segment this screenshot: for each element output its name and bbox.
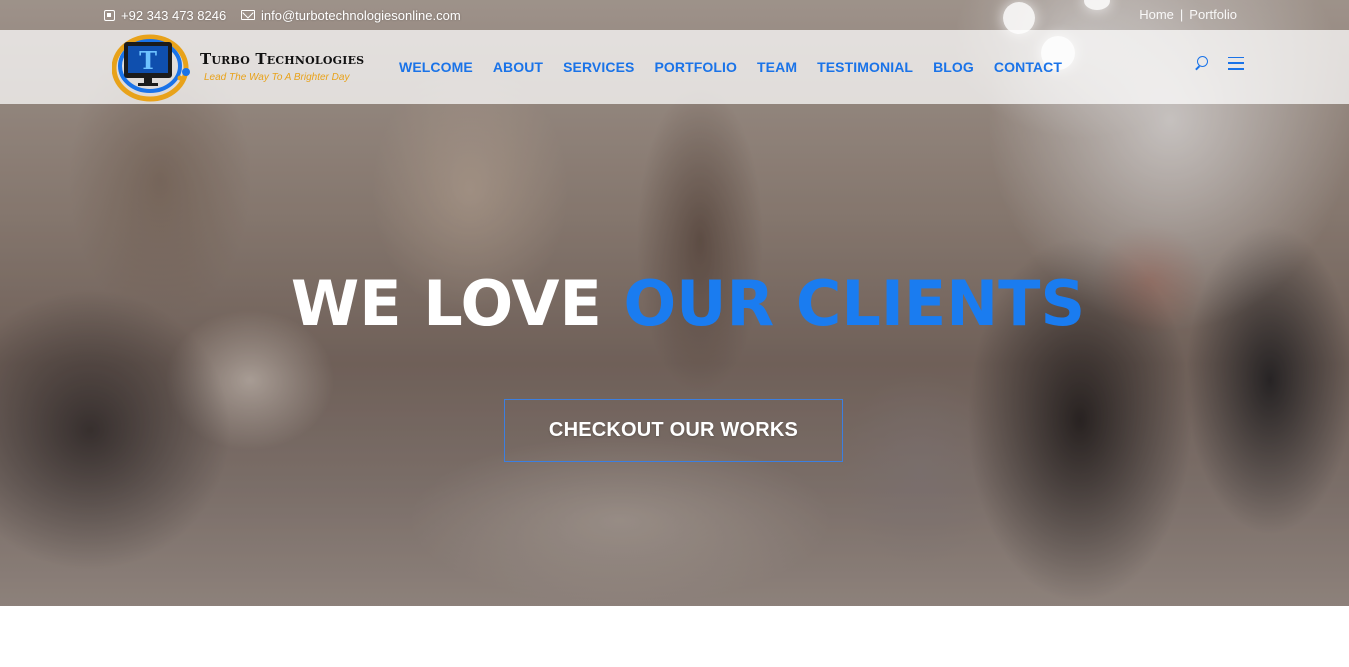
nav-tools bbox=[1194, 55, 1244, 71]
logo-emblem-icon: T bbox=[111, 34, 190, 102]
breadcrumb-home[interactable]: Home bbox=[1139, 7, 1174, 22]
nav-item-testimonial[interactable]: TESTIMONIAL bbox=[807, 59, 923, 75]
phone-number[interactable]: +92 343 473 8246 bbox=[121, 8, 226, 23]
brand-name: Turbo Technologies bbox=[200, 50, 365, 68]
nav-item-blog[interactable]: BLOG bbox=[923, 59, 984, 75]
breadcrumb: Home | Portfolio bbox=[1139, 7, 1237, 22]
site-logo[interactable]: T Turbo Technologies Lead The Way To A B… bbox=[111, 32, 364, 102]
checkout-works-button[interactable]: CHECKOUT OUR WORKS bbox=[504, 399, 843, 462]
nav-item-about[interactable]: ABOUT bbox=[483, 59, 553, 75]
menu-icon[interactable] bbox=[1228, 56, 1244, 70]
nav-item-portfolio[interactable]: PORTFOLIO bbox=[644, 59, 747, 75]
nav-item-services[interactable]: SERVICES bbox=[553, 59, 644, 75]
topbar: +92 343 473 8246 info@turbotechnologieso… bbox=[0, 0, 1349, 30]
hero-headline: WE LOVE OUR CLIENTS bbox=[0, 266, 1349, 342]
email-address[interactable]: info@turbotechnologiesonline.com bbox=[261, 8, 461, 23]
navbar: T Turbo Technologies Lead The Way To A B… bbox=[0, 30, 1349, 104]
search-icon[interactable] bbox=[1194, 55, 1210, 71]
nav-item-welcome[interactable]: WELCOME bbox=[389, 59, 483, 75]
headline-white-text: WE LOVE bbox=[290, 267, 602, 340]
brand-tagline: Lead The Way To A Brighter Day bbox=[204, 72, 350, 83]
mail-icon bbox=[241, 10, 255, 20]
nav-item-team[interactable]: TEAM bbox=[747, 59, 807, 75]
main-nav: WELCOME ABOUT SERVICES PORTFOLIO TEAM TE… bbox=[389, 30, 1072, 104]
phone-icon bbox=[104, 9, 115, 21]
breadcrumb-current: Portfolio bbox=[1189, 7, 1237, 22]
breadcrumb-separator: | bbox=[1179, 7, 1184, 22]
headline-blue-text: OUR CLIENTS bbox=[623, 267, 1086, 340]
nav-item-contact[interactable]: CONTACT bbox=[984, 59, 1072, 75]
topbar-phone[interactable]: +92 343 473 8246 bbox=[104, 7, 226, 23]
hero-background: +92 343 473 8246 info@turbotechnologieso… bbox=[0, 0, 1349, 606]
svg-text:T: T bbox=[139, 46, 157, 75]
topbar-email[interactable]: info@turbotechnologiesonline.com bbox=[241, 7, 461, 23]
